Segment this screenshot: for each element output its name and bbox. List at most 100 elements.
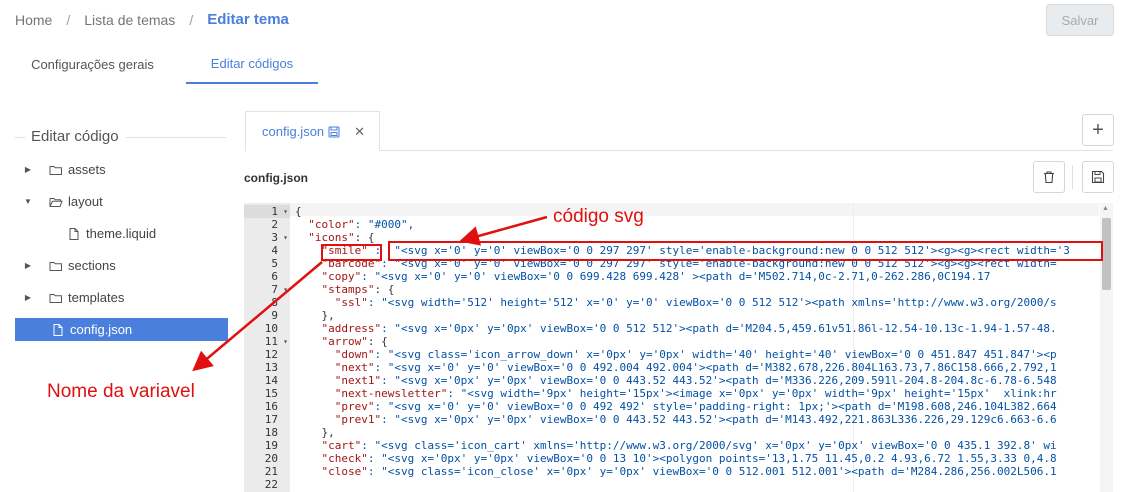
- fold-toggle-icon[interactable]: ▾: [283, 335, 288, 348]
- save-status-icon: [328, 126, 340, 137]
- sidebar-title: Editar código: [31, 128, 119, 145]
- tree-item-label: layout: [68, 194, 103, 209]
- code-line: },: [295, 309, 335, 322]
- editor-tab-config-json[interactable]: config.json ✕: [245, 111, 380, 151]
- line-number-text: 1: [271, 205, 278, 218]
- save-file-button[interactable]: [1082, 161, 1114, 193]
- line-number: 20: [244, 452, 290, 465]
- tree-item-assets[interactable]: ▶ assets: [15, 158, 228, 181]
- folder-open-icon: [49, 197, 63, 207]
- json-key: "copy": [321, 270, 362, 283]
- code-line: "prev": "<svg x='0' y='0' viewBox='0 0 4…: [295, 400, 1057, 413]
- variable-name-annotation: Nome da variavel: [47, 381, 195, 402]
- code-line: "icons": {: [295, 231, 374, 244]
- line-number-text: 2: [271, 218, 278, 231]
- breadcrumb-current: Editar tema: [207, 11, 289, 28]
- active-line-highlight: [290, 203, 1099, 216]
- line-number-text: 10: [264, 322, 278, 335]
- line-number: 10: [244, 322, 290, 335]
- code-line: "arrow": {: [295, 335, 388, 348]
- line-number: 1 ▾: [244, 205, 290, 218]
- json-key: "color": [308, 218, 355, 231]
- variable-name-highlight-box: [321, 244, 382, 261]
- scroll-up-arrow-icon[interactable]: ▲: [1102, 205, 1109, 212]
- editor-tab-label: config.json: [262, 124, 325, 139]
- json-key: "prev1": [334, 413, 382, 426]
- caret-right-icon[interactable]: ▶: [23, 165, 33, 174]
- json-value: : "#000",: [354, 218, 415, 231]
- json-value: : {: [367, 335, 388, 348]
- json-value: : {: [374, 283, 395, 296]
- json-value: : "<svg x='0' y='0' viewBox='0 0 492 492…: [374, 400, 1057, 413]
- line-number: 2: [244, 218, 290, 231]
- tab-general-settings[interactable]: Configurações gerais: [15, 44, 170, 84]
- floppy-disk-icon: [1091, 170, 1105, 184]
- line-number-text: 7: [271, 283, 278, 296]
- editor-tabs-divider: [380, 150, 1113, 151]
- json-key: "address": [321, 322, 382, 335]
- fold-toggle-icon[interactable]: ▾: [283, 205, 288, 218]
- json-value: : "<svg x='0' y='0' viewBox='0 0 699.428…: [361, 270, 991, 283]
- editor-scrollbar-thumb[interactable]: [1102, 218, 1111, 290]
- tab-edit-code[interactable]: Editar códigos: [186, 44, 318, 84]
- tree-item-templates[interactable]: ▶ templates: [15, 286, 228, 309]
- tree-item-sections[interactable]: ▶ sections: [15, 254, 228, 277]
- code-line: "cart": "<svg class='icon_cart' xmlns='h…: [295, 439, 1057, 452]
- svg-code-highlight-box: [388, 241, 1103, 261]
- folder-icon: [49, 261, 62, 271]
- tree-item-config-json[interactable]: config.json: [15, 318, 228, 341]
- line-number: 9: [244, 309, 290, 322]
- file-icon: [69, 227, 79, 240]
- json-value: : "<svg width='9px' height='15px'><image…: [447, 387, 1057, 400]
- caret-right-icon[interactable]: ▶: [23, 261, 33, 270]
- json-key: "prev": [334, 400, 375, 413]
- code-line: "close": "<svg class='icon_close' x='0px…: [295, 465, 1057, 478]
- json-key: "stamps": [321, 283, 375, 296]
- tree-item-theme-liquid[interactable]: theme.liquid: [15, 222, 228, 245]
- json-value: : "<svg x='0px' y='0px' viewBox='0 0 13 …: [367, 452, 1057, 465]
- tree-item-label: theme.liquid: [86, 226, 157, 241]
- line-number-text: 4: [271, 244, 278, 257]
- caret-down-icon[interactable]: ▼: [23, 197, 33, 206]
- line-number: 12: [244, 348, 290, 361]
- breadcrumb-theme-list-link[interactable]: Lista de temas: [84, 12, 175, 28]
- tree-item-layout[interactable]: ▼ layout: [15, 190, 228, 213]
- sidebar-title-divider: [15, 137, 25, 138]
- code-line: },: [295, 426, 335, 439]
- line-number-text: 11: [264, 335, 278, 348]
- breadcrumb-home-link[interactable]: Home: [15, 12, 52, 28]
- save-button[interactable]: Salvar: [1046, 4, 1114, 36]
- tree-item-label: sections: [68, 258, 116, 273]
- code-line: "color": "#000",: [295, 218, 414, 231]
- json-value: : "<svg x='0px' y='0px' viewBox='0 0 512…: [381, 322, 1057, 335]
- line-number: 3 ▾: [244, 231, 290, 244]
- code-line: "next1": "<svg x='0px' y='0px' viewBox='…: [295, 374, 1057, 387]
- json-key: "down": [334, 348, 375, 361]
- line-number-text: 5: [271, 257, 278, 270]
- close-tab-icon[interactable]: ✕: [354, 124, 365, 140]
- tree-item-label: templates: [68, 290, 125, 305]
- fold-toggle-icon[interactable]: ▾: [283, 283, 288, 296]
- code-line: "check": "<svg x='0px' y='0px' viewBox='…: [295, 452, 1057, 465]
- fold-toggle-icon[interactable]: ▾: [283, 231, 288, 244]
- json-value: },: [321, 309, 335, 322]
- line-number-text: 19: [264, 439, 278, 452]
- json-value: },: [321, 426, 335, 439]
- line-number: 16: [244, 400, 290, 413]
- code-line: "ssl": "<svg width='512' height='512' x=…: [295, 296, 1057, 309]
- breadcrumb-separator: /: [66, 11, 71, 28]
- delete-file-button[interactable]: [1033, 161, 1065, 193]
- caret-right-icon[interactable]: ▶: [23, 293, 33, 302]
- add-file-button[interactable]: +: [1082, 114, 1114, 146]
- line-number-text: 18: [264, 426, 278, 439]
